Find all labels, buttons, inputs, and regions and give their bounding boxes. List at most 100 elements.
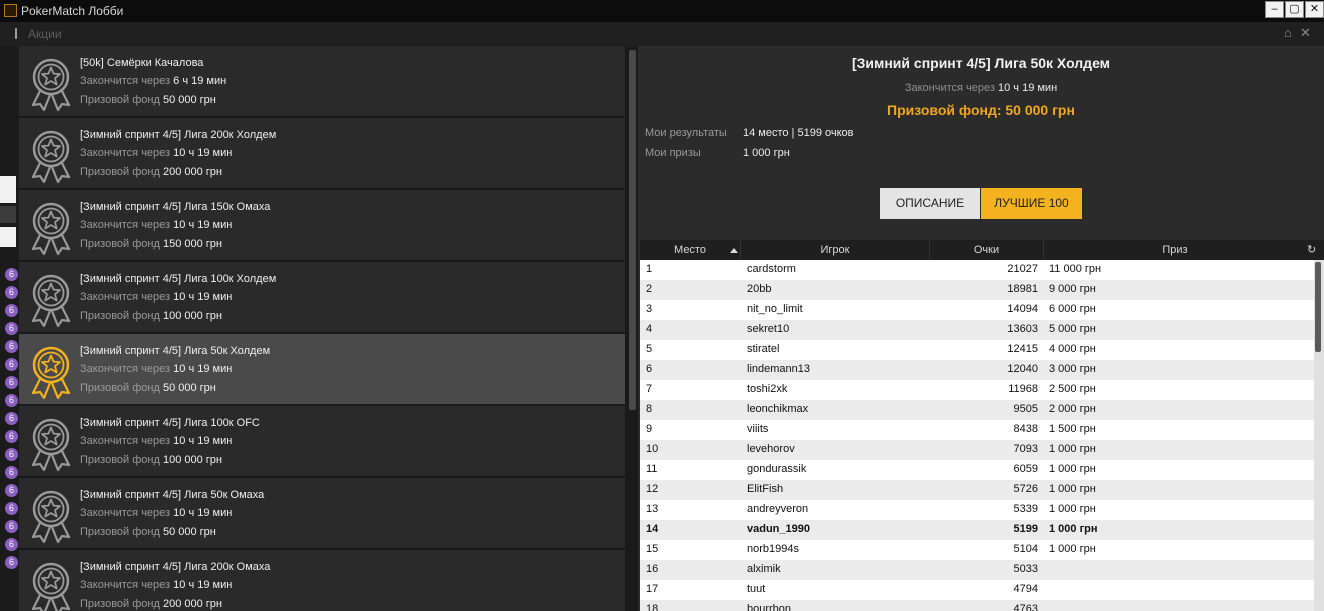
cell-player: ElitFish: [747, 483, 784, 495]
edge-badge: 6: [5, 412, 18, 425]
leaderboard-row[interactable]: 9 viiits 8438 1 500 грн: [640, 420, 1314, 440]
cell-points: 18981: [1007, 283, 1038, 295]
edge-panel: [0, 227, 16, 247]
cell-player: lindemann13: [747, 363, 810, 375]
promotion-fund: Призовой фонд 100 000 грн: [80, 454, 222, 466]
my-results-value: 14 место | 5199 очков: [743, 127, 854, 139]
cell-prize: 1 000 грн: [1049, 443, 1096, 455]
medal-icon: [31, 346, 71, 399]
leaderboard-row[interactable]: 7 toshi2xk 11968 2 500 грн: [640, 380, 1314, 400]
detail-prize-fund: Призовой фонд: 50 000 грн: [887, 102, 1075, 118]
promotion-ends: Закончится через 10 ч 19 мин: [80, 291, 232, 303]
promotion-fund: Призовой фонд 150 000 грн: [80, 238, 222, 250]
cell-place: 5: [646, 343, 653, 355]
promotion-title: [50k] Семёрки Качалова: [80, 57, 204, 69]
cell-place: 17: [646, 583, 659, 595]
promotion-card[interactable]: [Зимний спринт 4/5] Лига 100к Холдем Зако…: [19, 262, 625, 332]
leaderboard-row[interactable]: 12 ElitFish 5726 1 000 грн: [640, 480, 1314, 500]
promotion-card[interactable]: [50k] Семёрки Качалова Закончится через 6…: [19, 46, 625, 116]
leaderboard-row[interactable]: 8 leonchikmax 9505 2 000 грн: [640, 400, 1314, 420]
promotion-card[interactable]: [Зимний спринт 4/5] Лига 50к Омаха Законч…: [19, 478, 625, 548]
edge-badge: 6: [5, 448, 18, 461]
edge-badge: 6: [5, 304, 18, 317]
promotion-ends-value: 10 ч 19 мин: [173, 507, 233, 519]
promotion-fund: Призовой фонд 100 000 грн: [80, 310, 222, 322]
minimize-button[interactable]: –: [1265, 1, 1284, 18]
column-header-place[interactable]: Место: [640, 240, 741, 260]
promotion-ends: Закончится через 10 ч 19 мин: [80, 219, 232, 231]
promotion-ends-label: Закончится через: [80, 75, 171, 87]
cell-place: 15: [646, 543, 659, 555]
medal-icon: [31, 202, 71, 255]
promotion-fund-label: Призовой фонд: [80, 526, 160, 538]
cell-points: 7093: [1013, 443, 1038, 455]
leaderboard-row[interactable]: 18 bourrbon 4763: [640, 600, 1314, 611]
column-header-points[interactable]: Очки: [930, 240, 1044, 260]
leaderboard-row[interactable]: 16 alximik 5033: [640, 560, 1314, 580]
maximize-button[interactable]: ▢: [1285, 1, 1304, 18]
cell-place: 7: [646, 383, 653, 395]
window-title: PokerMatch Лобби: [21, 4, 124, 18]
leaderboard-row[interactable]: 11 gondurassik 6059 1 000 грн: [640, 460, 1314, 480]
leaderboard-row[interactable]: 17 tuut 4794: [640, 580, 1314, 600]
cell-player: alximik: [747, 563, 781, 575]
home-icon[interactable]: ⌂: [1284, 26, 1292, 40]
promotion-ends-label: Закончится через: [80, 435, 171, 447]
cell-points: 11968: [1008, 383, 1038, 395]
cell-place: 4: [646, 323, 653, 335]
leaderboard-row[interactable]: 5 stiratel 12415 4 000 грн: [640, 340, 1314, 360]
cell-place: 16: [646, 563, 659, 575]
my-prizes-label: Мои призы: [645, 147, 701, 159]
leaderboard-row[interactable]: 2 20bb 18981 9 000 грн: [640, 280, 1314, 300]
leaderboard-row[interactable]: 15 norb1994s 5104 1 000 грн: [640, 540, 1314, 560]
leaderboard-row[interactable]: 4 sekret10 13603 5 000 грн: [640, 320, 1314, 340]
tab-description[interactable]: ОПИСАНИЕ: [880, 188, 980, 219]
close-icon[interactable]: ✕: [1300, 26, 1311, 40]
promotion-card[interactable]: [Зимний спринт 4/5] Лига 150к Омаха Закон…: [19, 190, 625, 260]
leaderboard-row[interactable]: 14 vadun_1990 5199 1 000 грн: [640, 520, 1314, 540]
edge-badge: 6: [5, 466, 18, 479]
section-title: Акции: [28, 27, 62, 41]
cell-prize: 4 000 грн: [1049, 343, 1096, 355]
tab-top100[interactable]: ЛУЧШИЕ 100: [981, 188, 1082, 219]
edge-badge: 6: [5, 538, 18, 551]
edge-badge: 6: [5, 286, 18, 299]
cell-player: toshi2xk: [747, 383, 788, 395]
promotion-ends-label: Закончится через: [80, 291, 171, 303]
promotion-card[interactable]: [Зимний спринт 4/5] Лига 200к Омаха Закон…: [19, 550, 625, 611]
edge-badge: 6: [5, 520, 18, 533]
promotion-ends-value: 10 ч 19 мин: [173, 291, 233, 303]
leaderboard-row[interactable]: 10 levehorov 7093 1 000 грн: [640, 440, 1314, 460]
column-header-prize[interactable]: Приз: [1044, 240, 1306, 260]
medal-icon: [31, 490, 71, 543]
refresh-icon[interactable]: ↻: [1307, 243, 1316, 256]
cell-place: 13: [646, 503, 659, 515]
leaderboard-row[interactable]: 6 lindemann13 12040 3 000 грн: [640, 360, 1314, 380]
promotion-title: [Зимний спринт 4/5] Лига 100к OFC: [80, 417, 260, 429]
menu-marker: [15, 28, 17, 39]
leaderboard-row[interactable]: 1 cardstorm 21027 11 000 грн: [640, 260, 1314, 280]
column-header-place-label: Место: [674, 244, 706, 256]
promotion-card[interactable]: [Зимний спринт 4/5] Лига 100к OFC Закончи…: [19, 406, 625, 476]
cell-place: 10: [646, 443, 659, 455]
leaderboard-row[interactable]: 3 nit_no_limit 14094 6 000 грн: [640, 300, 1314, 320]
close-window-button[interactable]: ✕: [1305, 1, 1324, 18]
edge-badge: 6: [5, 322, 18, 335]
detail-ends: Закончится через 10 ч 19 мин: [638, 82, 1324, 94]
detail-ends-value: 10 ч 19 мин: [998, 82, 1058, 94]
cell-place: 9: [646, 423, 653, 435]
promotions-scrollbar-thumb[interactable]: [629, 50, 636, 410]
leaderboard-scrollbar-thumb[interactable]: [1315, 262, 1321, 352]
promotion-fund-value: 50 000 грн: [162, 382, 216, 394]
promotion-card[interactable]: [Зимний спринт 4/5] Лига 200к Холдем Зако…: [19, 118, 625, 188]
promotion-ends-value: 10 ч 19 мин: [173, 435, 233, 447]
promotion-card[interactable]: [Зимний спринт 4/5] Лига 50к Холдем Закон…: [19, 334, 625, 404]
column-header-player[interactable]: Игрок: [741, 240, 930, 260]
promotion-ends-value: 10 ч 19 мин: [173, 147, 233, 159]
my-results-label: Мои результаты: [645, 127, 727, 139]
cell-player: sekret10: [747, 323, 790, 335]
cell-player: nit_no_limit: [747, 303, 803, 315]
promotion-fund-label: Призовой фонд: [80, 598, 160, 610]
promotion-fund-label: Призовой фонд: [80, 454, 160, 466]
leaderboard-row[interactable]: 13 andreyveron 5339 1 000 грн: [640, 500, 1314, 520]
